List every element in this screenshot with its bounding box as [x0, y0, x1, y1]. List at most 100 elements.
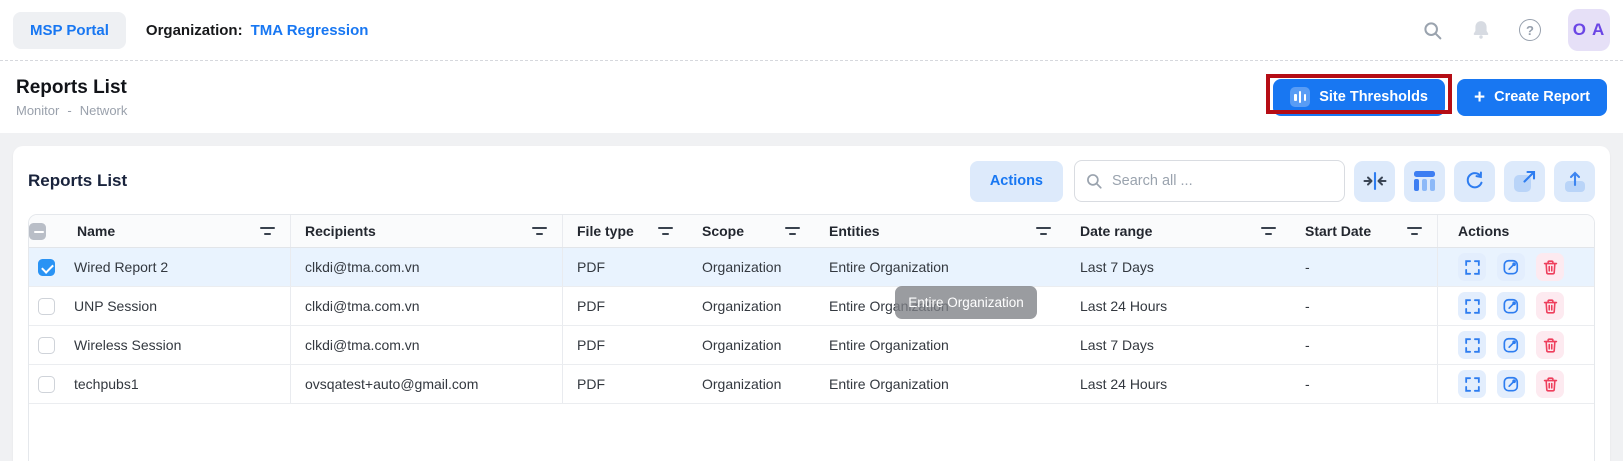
search-input-icon: [1085, 172, 1103, 190]
cell-recipients: clkdi@tma.com.vn: [291, 248, 563, 286]
table-row[interactable]: Wireless Session clkdi@tma.com.vn PDF Or…: [29, 326, 1594, 365]
cell-scope: Organization: [688, 248, 815, 286]
thresholds-sliders-icon: [1290, 87, 1310, 107]
cell-entities: Entire Organization: [815, 248, 1066, 286]
header-scope: Scope: [702, 223, 744, 239]
page-header: Reports List Monitor - Network Site Thre…: [0, 61, 1623, 133]
site-thresholds-label: Site Thresholds: [1319, 89, 1428, 105]
header-actions: Actions: [1458, 223, 1509, 239]
filter-icon[interactable]: [259, 224, 276, 238]
delete-row-button[interactable]: [1536, 292, 1564, 320]
cell-file-type: PDF: [563, 287, 688, 325]
delete-row-button[interactable]: [1536, 331, 1564, 359]
app-window: MSP Portal Organization: TMA Regression …: [0, 0, 1623, 461]
cell-file-type: PDF: [563, 365, 688, 403]
cell-start-date: -: [1291, 326, 1438, 364]
header-date-range: Date range: [1080, 223, 1152, 239]
cell-actions: [1438, 326, 1594, 364]
row-checkbox[interactable]: [38, 337, 55, 354]
table-row[interactable]: UNP Session clkdi@tma.com.vn PDF Organiz…: [29, 287, 1594, 326]
row-checkbox[interactable]: [38, 376, 55, 393]
cell-file-type: PDF: [563, 248, 688, 286]
breadcrumb-separator: -: [67, 103, 71, 118]
table-body: Wired Report 2 clkdi@tma.com.vn PDF Orga…: [29, 248, 1594, 404]
filter-icon[interactable]: [1035, 224, 1052, 238]
cell-scope: Organization: [688, 365, 815, 403]
columns-button[interactable]: [1404, 161, 1445, 202]
cell-name: techpubs1: [63, 365, 291, 403]
filter-icon[interactable]: [531, 224, 548, 238]
edit-row-button[interactable]: [1497, 331, 1525, 359]
cell-actions: [1438, 248, 1594, 286]
actions-button[interactable]: Actions: [970, 161, 1063, 202]
delete-row-button[interactable]: [1536, 370, 1564, 398]
cell-recipients: ovsqatest+auto@gmail.com: [291, 365, 563, 403]
avatar[interactable]: O A: [1568, 9, 1610, 51]
table-header-row: Name Recipients File type Scope Entities…: [29, 215, 1594, 248]
search-input[interactable]: [1074, 160, 1345, 202]
columns-icon: [1414, 171, 1435, 191]
cell-start-date: -: [1291, 287, 1438, 325]
cell-file-type: PDF: [563, 326, 688, 364]
cell-scope: Organization: [688, 326, 815, 364]
cell-date-range: Last 7 Days: [1066, 248, 1291, 286]
row-checkbox[interactable]: [38, 298, 55, 315]
header-name: Name: [77, 223, 115, 239]
organization-name-link[interactable]: TMA Regression: [251, 22, 369, 39]
filter-icon[interactable]: [784, 224, 801, 238]
cell-scope: Organization: [688, 287, 815, 325]
filter-icon[interactable]: [657, 224, 674, 238]
filter-icon[interactable]: [1406, 224, 1423, 238]
export-button[interactable]: [1554, 161, 1595, 202]
cell-entities: Entire Organization: [815, 326, 1066, 364]
cell-name: UNP Session: [63, 287, 291, 325]
site-thresholds-button[interactable]: Site Thresholds: [1273, 79, 1445, 116]
plus-icon: +: [1474, 88, 1485, 107]
header-entities: Entities: [829, 223, 880, 239]
cell-date-range: Last 24 Hours: [1066, 365, 1291, 403]
bell-icon[interactable]: [1470, 19, 1492, 41]
table-row[interactable]: techpubs1 ovsqatest+auto@gmail.com PDF O…: [29, 365, 1594, 404]
search-icon[interactable]: [1421, 19, 1443, 41]
export-icon: [1564, 170, 1586, 192]
edit-row-button[interactable]: [1497, 253, 1525, 281]
expand-row-button[interactable]: [1458, 370, 1486, 398]
cell-actions: [1438, 365, 1594, 403]
cell-entities: Entire Organization: [815, 365, 1066, 403]
collapse-columns-button[interactable]: [1354, 161, 1395, 202]
breadcrumb: Monitor - Network: [16, 103, 127, 118]
select-all-checkbox[interactable]: [29, 223, 46, 240]
create-report-button[interactable]: + Create Report: [1457, 79, 1607, 116]
row-checkbox[interactable]: [38, 259, 55, 276]
breadcrumb-child[interactable]: Network: [80, 103, 128, 118]
filter-icon[interactable]: [1260, 224, 1277, 238]
expand-row-button[interactable]: [1458, 253, 1486, 281]
open-external-button[interactable]: [1504, 161, 1545, 202]
help-icon[interactable]: ?: [1519, 19, 1541, 41]
cell-start-date: -: [1291, 248, 1438, 286]
cell-recipients: clkdi@tma.com.vn: [291, 287, 563, 325]
refresh-button[interactable]: [1454, 161, 1495, 202]
create-report-label: Create Report: [1494, 89, 1590, 105]
expand-row-button[interactable]: [1458, 331, 1486, 359]
table-row[interactable]: Wired Report 2 clkdi@tma.com.vn PDF Orga…: [29, 248, 1594, 287]
expand-row-button[interactable]: [1458, 292, 1486, 320]
reports-list-panel: Reports List Actions: [13, 146, 1610, 461]
cell-recipients: clkdi@tma.com.vn: [291, 326, 563, 364]
panel-title: Reports List: [28, 171, 127, 191]
edit-row-button[interactable]: [1497, 292, 1525, 320]
cell-name: Wired Report 2: [63, 248, 291, 286]
breadcrumb-parent[interactable]: Monitor: [16, 103, 59, 118]
delete-row-button[interactable]: [1536, 253, 1564, 281]
cell-start-date: -: [1291, 365, 1438, 403]
cell-date-range: Last 7 Days: [1066, 326, 1291, 364]
header-file-type: File type: [577, 223, 634, 239]
open-external-icon: [1514, 170, 1536, 192]
header-recipients: Recipients: [305, 223, 376, 239]
cell-actions: [1438, 287, 1594, 325]
organization-label: Organization:: [146, 22, 243, 39]
msp-portal-button[interactable]: MSP Portal: [13, 12, 126, 49]
edit-row-button[interactable]: [1497, 370, 1525, 398]
page-title: Reports List: [16, 77, 127, 99]
header-start-date: Start Date: [1305, 223, 1371, 239]
